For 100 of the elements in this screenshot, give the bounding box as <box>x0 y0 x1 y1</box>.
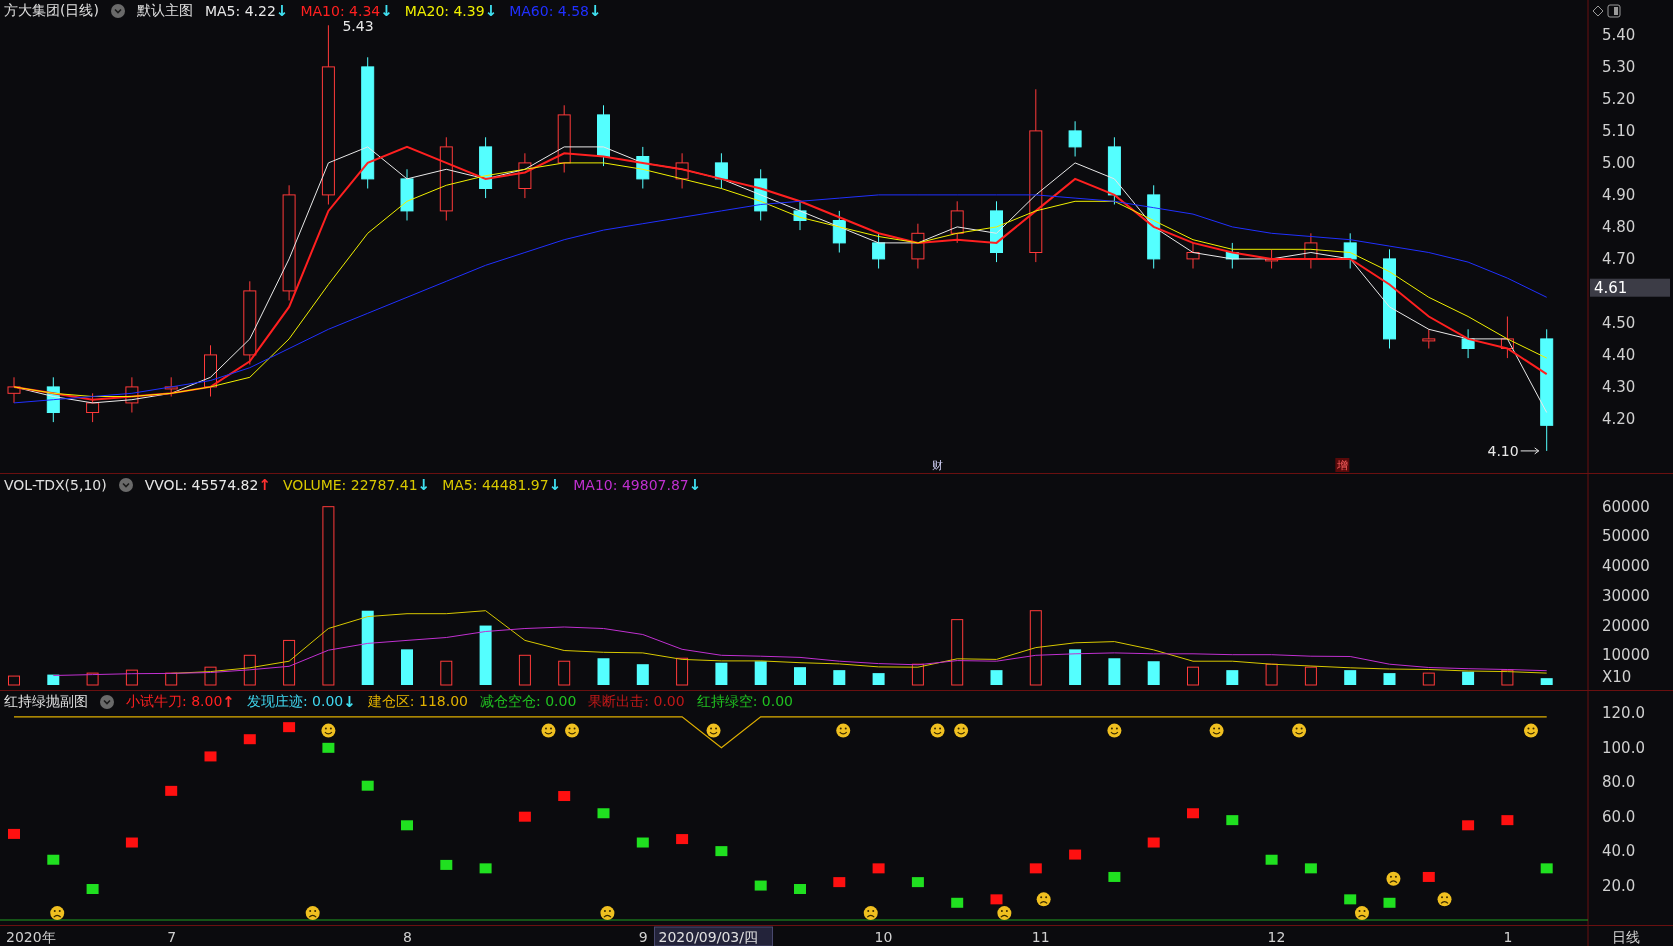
volume-bar <box>754 661 767 685</box>
indicator-point <box>754 880 767 891</box>
volume-bar <box>243 654 256 686</box>
legend-value: MA5: 4.22 <box>204 3 276 19</box>
candlestick <box>950 200 964 244</box>
indicator-point <box>636 837 649 848</box>
smiley-icon <box>1524 723 1538 738</box>
axis-label: 4.80 <box>1602 217 1636 236</box>
period-label[interactable]: 日线 <box>1612 929 1640 945</box>
indicator-point <box>401 820 413 831</box>
legend-value: MA20: 4.39 <box>404 3 485 19</box>
axis-label: 5.00 <box>1602 153 1636 172</box>
axis-label: 100.0 <box>1602 738 1645 757</box>
candlestick <box>1500 316 1514 359</box>
volume-bar <box>1501 669 1514 686</box>
indicator-point <box>597 808 610 819</box>
volume-bar <box>676 657 689 686</box>
volume-bar <box>1187 666 1199 686</box>
dropdown-icon[interactable] <box>100 695 114 709</box>
cursor-date-label: 2020/09/03/四 <box>654 926 773 946</box>
event-marker[interactable]: 增 <box>1335 458 1350 472</box>
candlestick <box>557 104 571 173</box>
frown-icon <box>50 906 65 921</box>
indicator-point <box>1147 837 1160 848</box>
volume-bar <box>440 660 453 686</box>
volume-bar <box>1344 670 1357 685</box>
indicator-point <box>322 742 335 753</box>
volume-bar <box>872 673 885 685</box>
volume-bar <box>597 658 610 685</box>
volume-bar <box>1108 658 1121 685</box>
frown-icon <box>1036 892 1051 907</box>
legend-value: MA5: 44481.97 <box>442 477 549 493</box>
indicator-name[interactable]: 默认主图 <box>136 2 193 20</box>
axis-label: 4.50 <box>1602 313 1636 332</box>
diamond-icon[interactable] <box>1592 5 1604 17</box>
candlestick <box>1343 232 1357 269</box>
volume-bar <box>518 654 531 686</box>
panel-toggle-icon[interactable] <box>1607 4 1621 18</box>
indicator-point <box>951 897 964 908</box>
current-price-tag: 4.61 <box>1590 278 1670 297</box>
indicator-point <box>990 894 1003 905</box>
legend-value: MA10: 4.34 <box>300 3 381 19</box>
trend-arrow: ↓ <box>380 2 393 20</box>
candlestick <box>125 376 139 413</box>
smiley-icon <box>706 723 721 738</box>
indicator-point <box>833 877 846 888</box>
volume-bar <box>47 674 60 685</box>
event-marker[interactable]: 财 <box>932 459 944 472</box>
candlestick <box>7 376 21 404</box>
indicator-point <box>794 884 806 894</box>
volume-bar <box>911 663 924 686</box>
candlestick <box>832 210 846 253</box>
volume-bar <box>86 672 99 686</box>
volume-bar <box>479 625 492 685</box>
indicator-point <box>1462 820 1475 831</box>
axis-label: 120.0 <box>1602 704 1645 723</box>
legend-value: MA60: 4.58 <box>509 3 589 19</box>
axis-label: 40000 <box>1602 557 1650 576</box>
legend-value: 建仓区: 118.00 <box>367 693 468 711</box>
indicator-point <box>440 859 453 870</box>
legend-value: 发现庄迹: 0.00 <box>246 693 344 711</box>
indicator-point <box>1540 863 1553 874</box>
dropdown-icon[interactable] <box>110 4 125 18</box>
candlestick <box>636 146 650 189</box>
trend-arrow: ↓ <box>589 2 602 20</box>
indicator-point <box>283 722 296 733</box>
smiley-icon <box>1107 723 1122 738</box>
axis-label: 5.10 <box>1602 121 1636 140</box>
axis-label: 50000 <box>1602 527 1650 546</box>
indicator-point <box>1422 871 1435 882</box>
trend-arrow: ↓ <box>688 476 702 494</box>
volume-bar <box>204 666 217 686</box>
panel-title: 方大集团(日线) <box>4 2 99 20</box>
candlestick <box>675 152 689 189</box>
smiley-icon <box>541 723 556 738</box>
candlestick <box>1304 232 1318 269</box>
volume-bar <box>990 670 1003 685</box>
trend-arrow: ↓ <box>275 2 289 20</box>
smiley-icon <box>930 723 945 738</box>
axis-unit-label: X10 <box>1602 668 1632 686</box>
candlestick <box>1186 242 1200 269</box>
candlestick <box>1107 136 1121 205</box>
indicator-point <box>204 751 217 762</box>
axis-label: 60000 <box>1602 497 1650 516</box>
smiley-icon <box>565 723 580 738</box>
indicator-point <box>872 863 885 874</box>
dropdown-icon[interactable] <box>118 478 133 492</box>
trend-arrow: ↓ <box>484 2 498 20</box>
axis-label: 1 <box>1503 929 1513 945</box>
axis-label: 10000 <box>1602 646 1650 665</box>
frown-icon <box>863 906 878 921</box>
volume-bar <box>8 675 20 686</box>
trend-arrow: ↓ <box>417 476 431 494</box>
volume-bar <box>125 669 138 686</box>
legend-value: VVOL: 45574.82 <box>144 477 259 493</box>
indicator-point <box>1108 871 1121 882</box>
axis-label: 20.0 <box>1602 876 1636 895</box>
indicator-point <box>479 863 492 874</box>
candlestick <box>597 104 610 167</box>
trend-arrow: ↑ <box>222 693 235 711</box>
